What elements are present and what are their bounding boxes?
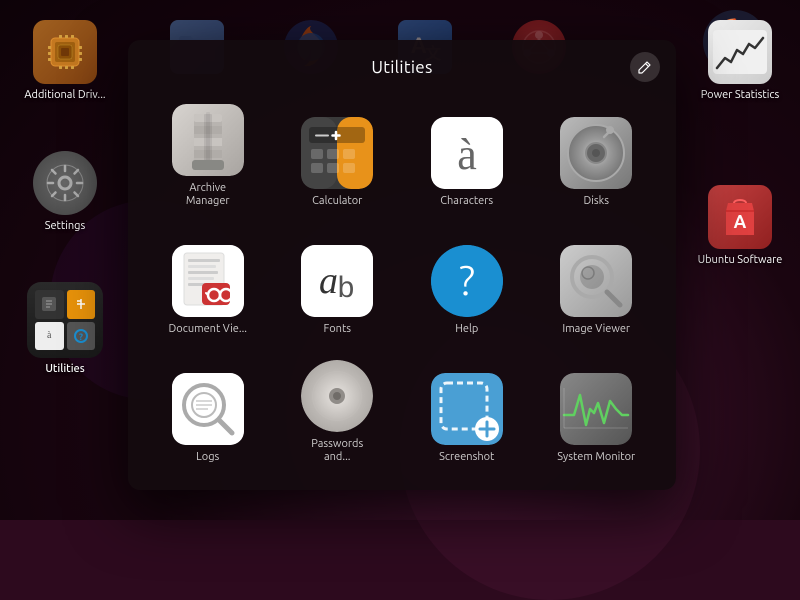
app-item-logs[interactable]: Logs [148,352,268,470]
settings-icon [33,151,97,215]
passwords-label: Passwords and... [297,438,377,464]
logs-label: Logs [196,451,219,464]
utilities-label: Utilities [45,363,84,375]
app-item-help[interactable]: ? Help [407,225,527,343]
right-app-power-statistics[interactable]: Power Statistics [685,15,795,106]
characters-label: Characters [440,195,493,208]
svg-text:A: A [734,212,747,232]
image-viewer-icon [560,245,632,317]
power-statistics-icon [708,20,772,84]
archive-manager-label: Archive Manager [168,182,248,208]
app-item-passwords[interactable]: Passwords and... [278,352,398,470]
right-app-ubuntu-software[interactable]: A Ubuntu Software [685,180,795,271]
archive-manager-icon [172,104,244,176]
screenshot-icon [431,373,503,445]
app-item-archive-manager[interactable]: Archive Manager [148,97,268,215]
screenshot-label: Screenshot [439,451,494,464]
svg-text:?: ? [79,332,83,342]
app-item-calculator[interactable]: Calculator [278,97,398,215]
app-item-disks[interactable]: Disks [537,97,657,215]
help-label: Help [455,323,478,336]
app-item-image-viewer[interactable]: Image Viewer [537,225,657,343]
app-item-document-viewer[interactable]: Document Vie... [148,225,268,343]
additional-drivers-label: Additional Driv... [24,89,105,101]
system-monitor-icon [560,373,632,445]
app-item-fonts[interactable]: a b Fonts [278,225,398,343]
svg-text:à: à [457,130,477,179]
app-grid: Archive Manager [128,87,676,490]
calculator-label: Calculator [312,195,362,208]
image-viewer-label: Image Viewer [562,323,630,336]
ubuntu-software-icon: A [708,185,772,249]
fonts-label: Fonts [323,323,351,336]
svg-text:b: b [337,273,355,307]
power-statistics-label: Power Statistics [701,89,780,101]
settings-label: Settings [45,220,86,232]
svg-text:a: a [319,260,338,302]
sidebar-item-utilities[interactable]: à ? Utilities [22,277,108,380]
sidebar: Additional Driv... Settings [0,0,130,520]
app-item-system-monitor[interactable]: System Monitor [537,352,657,470]
edit-button[interactable] [630,52,660,82]
help-icon: ? [431,245,503,317]
disks-label: Disks [583,195,609,208]
disks-icon [560,117,632,189]
app-item-screenshot[interactable]: Screenshot [407,352,527,470]
fonts-icon: a b [301,245,373,317]
logs-icon [172,373,244,445]
modal-title: Utilities [371,58,432,77]
sidebar-item-settings[interactable]: Settings [28,146,102,237]
system-monitor-label: System Monitor [557,451,635,464]
utilities-modal: Utilities [128,40,676,490]
additional-drivers-icon [33,20,97,84]
svg-text:?: ? [459,256,475,303]
document-viewer-label: Document Vie... [169,323,248,336]
sidebar-item-additional-drivers[interactable]: Additional Driv... [19,15,110,106]
calculator-icon [301,117,373,189]
characters-icon: à [431,117,503,189]
utilities-icon: à ? [27,282,103,358]
modal-header: Utilities [128,40,676,87]
document-viewer-icon [172,245,244,317]
right-apps: Power Statistics A Ubuntu Software [670,0,800,520]
ubuntu-software-label: Ubuntu Software [698,254,783,266]
passwords-icon [301,360,373,432]
app-item-characters[interactable]: à Characters [407,97,527,215]
